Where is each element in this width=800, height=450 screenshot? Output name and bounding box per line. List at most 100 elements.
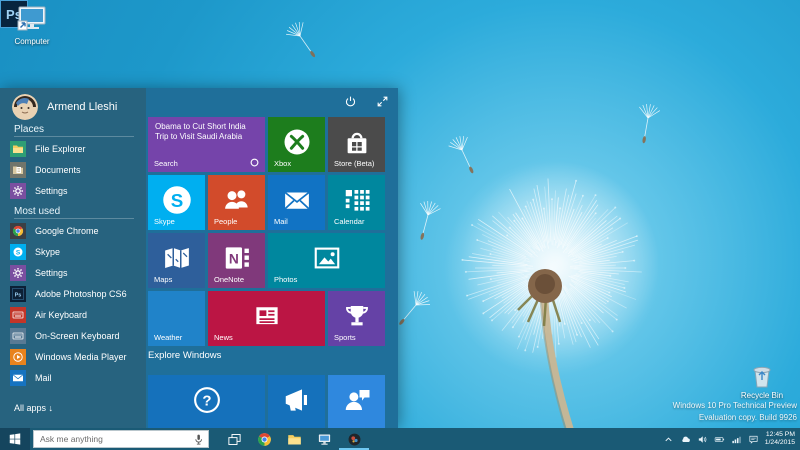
tile-label: People: [214, 217, 237, 226]
tile-store[interactable]: Store (Beta): [328, 117, 385, 172]
feedback-icon: [342, 385, 372, 415]
desktop: Computer Ps Recycle Bin Windows 10 Pro T…: [0, 0, 800, 450]
place-documents[interactable]: Documents: [10, 159, 142, 180]
tile-news[interactable]: News: [208, 291, 325, 346]
search-ring-icon: [250, 158, 259, 167]
tile-label: Search: [154, 159, 178, 168]
trophy-icon: [342, 301, 372, 331]
chrome-icon: [10, 223, 26, 239]
evaluation-watermark: Windows 10 Pro Technical Preview Evaluat…: [673, 400, 797, 424]
tile-label: Sports: [334, 333, 356, 342]
start-button[interactable]: [0, 428, 30, 450]
app-skype[interactable]: S Skype: [10, 241, 142, 262]
tile-weather[interactable]: Weather: [148, 291, 205, 346]
all-apps-button[interactable]: All apps ↓: [14, 403, 53, 413]
tile-xbox[interactable]: Xbox: [268, 117, 325, 172]
taskbar-devices[interactable]: [309, 428, 339, 450]
cloud-icon: [680, 434, 691, 445]
tray-battery[interactable]: [712, 431, 727, 447]
tile-label: Calendar: [334, 217, 364, 226]
task-view-button[interactable]: [219, 428, 249, 450]
play-icon: [10, 349, 26, 365]
store-icon: [342, 127, 372, 157]
tile-label: Maps: [154, 275, 172, 284]
search-input[interactable]: [34, 431, 184, 447]
app-wmp[interactable]: Windows Media Player: [10, 346, 142, 367]
most-used-header: Most used: [14, 206, 60, 217]
people-icon: [222, 185, 252, 215]
microphone-icon[interactable]: [192, 433, 205, 446]
recycle-bin-desktop-icon[interactable]: Recycle Bin: [734, 363, 790, 400]
action-center-icon: [748, 434, 759, 445]
file-explorer-icon: [10, 141, 26, 157]
tile-sports[interactable]: Sports: [328, 291, 385, 346]
most-used-list: Google Chrome S Skype Settings Ps Adobe …: [10, 220, 142, 388]
tile-calendar[interactable]: Calendar: [328, 175, 385, 230]
tile-feedback[interactable]: [328, 375, 385, 428]
app-photoshop[interactable]: Ps Adobe Photoshop CS6: [10, 283, 142, 304]
question-icon: ?: [192, 385, 222, 415]
tray-volume[interactable]: [695, 431, 710, 447]
gear-icon: [10, 265, 26, 281]
app-google-chrome[interactable]: Google Chrome: [10, 220, 142, 241]
speaker-icon: [697, 434, 708, 445]
taskbar-chrome[interactable]: [249, 428, 279, 450]
tray-network[interactable]: [729, 431, 744, 447]
battery-icon: [714, 434, 725, 445]
tile-label: Photos: [274, 275, 297, 284]
places-list: File Explorer Documents Settings: [10, 138, 142, 201]
envelope-icon: [10, 370, 26, 386]
tile-skype[interactable]: S Skype: [148, 175, 205, 230]
svg-text:N: N: [228, 252, 238, 267]
tile-people[interactable]: People: [208, 175, 265, 230]
watermark-line1: Windows 10 Pro Technical Preview: [673, 400, 797, 412]
clock-time: 12:45 PM: [765, 431, 795, 439]
mail-tile-icon: [282, 185, 312, 215]
tile-onenote[interactable]: N OneNote: [208, 233, 265, 288]
app-air-keyboard[interactable]: Air Keyboard: [10, 304, 142, 325]
place-file-explorer[interactable]: File Explorer: [10, 138, 142, 159]
clock-date: 1/24/2015: [765, 439, 795, 447]
tile-insider-hub[interactable]: [268, 375, 325, 428]
megaphone-icon: [282, 385, 312, 415]
tile-maps[interactable]: Maps: [148, 233, 205, 288]
tile-headline: Obama to Cut Short India Trip to Visit S…: [155, 122, 258, 143]
app-mail[interactable]: Mail: [10, 367, 142, 388]
taskbar-file-explorer[interactable]: [279, 428, 309, 450]
skype-tile-icon: S: [162, 185, 192, 215]
network-icon: [731, 434, 742, 445]
tile-get-started[interactable]: ?: [148, 375, 265, 428]
monitor-icon: [15, 5, 49, 35]
user-account-button[interactable]: Armend Lleshi: [12, 94, 117, 120]
taskbar-search-box: [33, 430, 209, 448]
tile-label: Xbox: [274, 159, 291, 168]
taskbar-running-app[interactable]: [339, 428, 369, 450]
system-tray: [661, 431, 761, 447]
keyboard-icon: [10, 307, 26, 323]
tray-onedrive[interactable]: [678, 431, 693, 447]
computer-label: Computer: [6, 37, 58, 46]
onenote-icon: N: [222, 243, 252, 273]
taskbar-clock[interactable]: 12:45 PM 1/24/2015: [765, 431, 795, 447]
user-avatar: [12, 94, 38, 120]
tray-action-center[interactable]: [746, 431, 761, 447]
windows-logo-icon: [9, 433, 21, 445]
tile-label: Skype: [154, 217, 175, 226]
tile-search[interactable]: Obama to Cut Short India Trip to Visit S…: [148, 117, 265, 172]
xbox-icon: [282, 127, 312, 157]
tile-photos[interactable]: Photos: [268, 233, 385, 288]
folder-icon: [287, 432, 302, 447]
recycle-bin-icon: [750, 363, 774, 389]
news-icon: [252, 301, 282, 331]
computer-desktop-icon[interactable]: Computer: [6, 5, 58, 46]
tile-mail[interactable]: Mail: [268, 175, 325, 230]
app-settings[interactable]: Settings: [10, 262, 142, 283]
tile-label: OneNote: [214, 275, 244, 284]
tray-chevron[interactable]: [661, 431, 676, 447]
place-settings[interactable]: Settings: [10, 180, 142, 201]
app-onscreen-keyboard[interactable]: On-Screen Keyboard: [10, 325, 142, 346]
tile-label: Store (Beta): [334, 159, 374, 168]
devices-icon: [317, 432, 332, 447]
taskbar-apps: [219, 428, 369, 450]
recycle-bin-label: Recycle Bin: [734, 391, 790, 400]
